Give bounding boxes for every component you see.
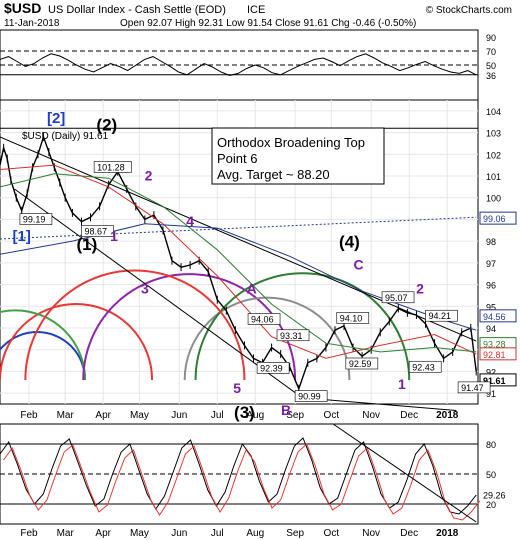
stoch-last-value: 29.26 <box>483 491 506 501</box>
last-value-label: 99.06 <box>483 214 506 224</box>
ohlc-readout: Open 92.07 High 92.31 Low 91.54 Close 91… <box>120 18 416 29</box>
price-callout: 95.07 <box>381 291 415 304</box>
month-label: May <box>130 410 149 421</box>
watermark: © StockCharts.com <box>426 5 512 16</box>
month-label: Feb <box>20 410 38 421</box>
wave-label: 1 <box>398 376 406 392</box>
wave-label: [1] <box>13 228 31 245</box>
symbol-title: $USD <box>4 0 41 16</box>
date-label: 11-Jan-2018 <box>4 18 60 29</box>
wave-label: [2] <box>47 110 65 127</box>
wave-label: 2 <box>416 280 424 296</box>
month-label-bottom: Dec <box>400 528 418 539</box>
month-label-bottom: 2018 <box>436 528 459 539</box>
price-callout-text: 94.06 <box>251 314 274 324</box>
rsi-tick-label: 70 <box>486 47 496 57</box>
wave-label: 2 <box>145 167 153 183</box>
price-callout: 101.28 <box>93 161 132 173</box>
note-line-1: Orthodox Broadening Top <box>217 135 365 150</box>
price-callout: 92.59 <box>345 357 379 370</box>
month-label-bottom: Aug <box>246 528 264 539</box>
last-value-label: 92.81 <box>483 350 506 360</box>
price-tick-label: 103 <box>486 129 501 139</box>
broadening-top-note: Orthodox Broadening Top Point 6 Avg. Tar… <box>211 127 385 185</box>
price-callout-text: 99.19 <box>23 215 46 225</box>
wave-label: C <box>353 256 363 272</box>
price-callout: 94.06 <box>247 313 281 325</box>
wave-label: 1 <box>110 228 118 244</box>
rsi-tick-label: 50 <box>486 61 496 71</box>
wave-label: 5 <box>233 380 241 396</box>
price-callout-text: 91.47 <box>461 383 484 393</box>
month-label-bottom: May <box>130 528 149 539</box>
price-tick-label: 96 <box>486 281 496 291</box>
month-label-bottom: Jul <box>211 528 224 539</box>
last-value-label: 94.56 <box>483 312 506 322</box>
wave-label: 4 <box>186 213 194 229</box>
note-line-2: Point 6 <box>217 151 257 166</box>
wave-label-b: B <box>281 402 291 418</box>
month-label-bottom: Jun <box>171 528 187 539</box>
wave-label: 3 <box>141 280 149 296</box>
rsi-tick-label: 36 <box>486 71 496 81</box>
wave-label: (4) <box>339 233 360 252</box>
stoch-tick-label: 80 <box>486 440 496 450</box>
price-callout: 92.43 <box>408 360 442 373</box>
price-callout: 99.19 <box>19 213 53 225</box>
price-callout-text: 92.43 <box>412 362 435 372</box>
month-label: Nov <box>362 410 380 421</box>
price-callout-text: 92.39 <box>260 363 283 373</box>
month-label: Dec <box>400 410 418 421</box>
usd-cycle-chart: $USD US Dollar Index - Cash Settle (EOD)… <box>0 0 517 539</box>
price-tick-label: 94 <box>486 324 496 334</box>
exchange-label: ICE <box>247 4 265 16</box>
stoch-tick-label: 20 <box>486 500 496 510</box>
price-callout: 93.31 <box>276 329 310 342</box>
wave-label-3: (3) <box>234 403 255 422</box>
price-tick-label: 100 <box>486 194 501 204</box>
month-label-bottom: Apr <box>95 528 111 539</box>
price-callout-text: 95.07 <box>385 293 408 303</box>
price-callout: 90.99 <box>294 390 328 402</box>
month-label-bottom: Nov <box>362 528 380 539</box>
rsi-panel <box>0 29 479 101</box>
price-callout-text: 94.10 <box>340 313 363 323</box>
wave-label: (1) <box>77 235 98 254</box>
note-line-3: Avg. Target ~ 88.20 <box>217 167 330 182</box>
price-callout: 92.39 <box>256 362 290 374</box>
month-label: Jul <box>211 410 224 421</box>
price-tick-label: 102 <box>486 150 501 160</box>
month-label: Mar <box>57 410 75 421</box>
price-callout-text: 90.99 <box>298 392 321 402</box>
price-callout-text: 94.21 <box>428 311 451 321</box>
price-callout: 94.10 <box>336 312 370 324</box>
month-label: 2018 <box>436 410 459 421</box>
price-legend: $USD (Daily) 91.61 <box>22 131 109 142</box>
price-callout-text: 101.28 <box>97 162 125 172</box>
price-tick-label: 101 <box>486 172 501 182</box>
wave-label: A <box>247 280 257 296</box>
month-label-bottom: Oct <box>324 528 340 539</box>
month-label-bottom: Sep <box>286 528 304 539</box>
price-tick-label: 97 <box>486 259 496 269</box>
rsi-tick-label: 90 <box>486 33 496 43</box>
month-label: Jun <box>171 410 187 421</box>
month-label-bottom: Mar <box>57 528 75 539</box>
stoch-tick-label: 50 <box>486 470 496 480</box>
price-callout: 91.47 <box>457 381 491 394</box>
price-tick-label: 104 <box>486 107 501 117</box>
instrument-name: US Dollar Index - Cash Settle (EOD) <box>48 4 226 16</box>
price-tick-label: 98 <box>486 237 496 247</box>
month-label-bottom: Feb <box>20 528 38 539</box>
price-callout-text: 93.31 <box>280 331 303 341</box>
month-label: Apr <box>95 410 111 421</box>
price-callout-text: 92.59 <box>349 359 372 369</box>
price-callout: 94.21 <box>425 309 458 322</box>
month-label: Oct <box>324 410 340 421</box>
